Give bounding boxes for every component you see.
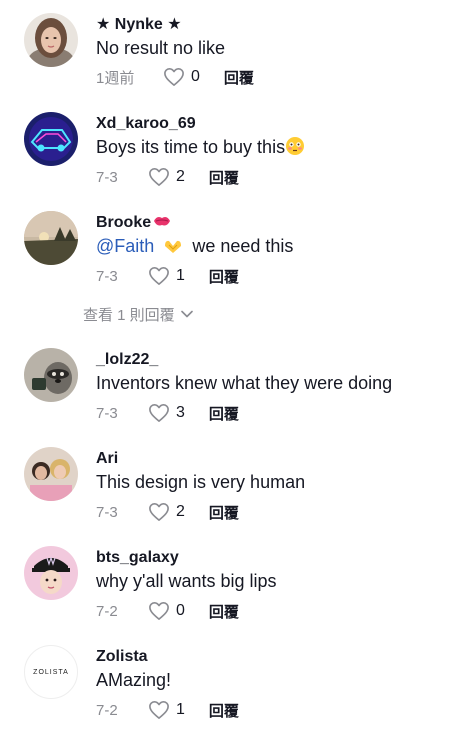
like-button[interactable]: 0: [148, 601, 185, 621]
view-replies-button[interactable]: 查看 1 則回覆: [83, 304, 193, 324]
comment-date: 7-2: [96, 701, 118, 719]
username[interactable]: bts_galaxy: [96, 548, 179, 568]
like-button[interactable]: 2: [148, 502, 185, 522]
chevron-down-icon: [180, 310, 193, 318]
heart-icon: [149, 168, 169, 186]
avatar[interactable]: ZOLISTA: [24, 645, 78, 699]
like-button[interactable]: 2: [148, 167, 185, 187]
comment-meta: 7-2 0 回覆: [96, 600, 239, 622]
comment-text: This design is very human: [96, 472, 306, 492]
reply-button[interactable]: 回覆: [209, 700, 239, 721]
reply-button[interactable]: 回覆: [209, 502, 239, 523]
like-count: 1: [176, 701, 185, 718]
heart-icon: [149, 267, 169, 285]
avatar[interactable]: [24, 13, 78, 67]
comment-meta: 7-2 1 回覆: [96, 699, 239, 721]
username[interactable]: Zolista: [96, 647, 148, 667]
heart-icon: [149, 602, 169, 620]
heart-hands-emoji: [163, 237, 183, 261]
flushed-face-emoji: [285, 136, 305, 162]
username[interactable]: Ari: [96, 449, 118, 469]
avatar[interactable]: [24, 112, 78, 166]
heart-icon: [164, 68, 184, 86]
comment-meta: 7-3 3 回覆: [96, 402, 239, 424]
like-count: 0: [176, 602, 185, 619]
comment-text: why y'all wants big lips: [96, 571, 277, 591]
comment-date: 7-3: [96, 404, 118, 422]
mention-link[interactable]: @Faith: [96, 236, 154, 256]
reply-button[interactable]: 回覆: [209, 266, 239, 287]
comment-text-body: Boys its time to buy this: [96, 137, 286, 157]
comment-meta: 1週前 0 回覆: [96, 66, 254, 88]
like-count: 1: [176, 267, 185, 284]
reply-button[interactable]: 回覆: [224, 67, 254, 88]
comment-meta: 7-3 2 回覆: [96, 166, 239, 188]
username[interactable]: Brooke: [96, 213, 171, 235]
comment-date: 1週前: [96, 69, 135, 87]
avatar[interactable]: [24, 348, 78, 402]
comment-date: 7-3: [96, 267, 118, 285]
comment-text: Boys its time to buy this: [96, 135, 305, 162]
comment-text: Inventors knew what they were doing: [96, 373, 393, 393]
reply-button[interactable]: 回覆: [209, 601, 239, 622]
username-text: Brooke: [96, 214, 152, 231]
like-count: 3: [176, 404, 185, 421]
like-count: 2: [176, 503, 185, 520]
comment-text: @Faith we need this: [96, 234, 293, 261]
like-button[interactable]: 1: [148, 266, 185, 286]
avatar[interactable]: [24, 211, 78, 265]
username[interactable]: ★ Nynke ★: [96, 15, 182, 35]
view-replies-label: 查看 1 則回覆: [83, 306, 175, 324]
comment-text: AMazing!: [96, 670, 172, 690]
like-button[interactable]: 3: [148, 403, 185, 423]
comment-text-body: we need this: [192, 236, 294, 256]
comment-meta: 7-3 2 回覆: [96, 501, 239, 523]
comment-date: 7-2: [96, 602, 118, 620]
like-button[interactable]: 1: [148, 700, 185, 720]
reply-button[interactable]: 回覆: [209, 403, 239, 424]
heart-icon: [149, 503, 169, 521]
username[interactable]: _lolz22_: [96, 350, 158, 370]
comment-date: 7-3: [96, 168, 118, 186]
like-count: 0: [191, 68, 200, 85]
comment-text: No result no like: [96, 38, 226, 58]
heart-icon: [149, 404, 169, 422]
kiss-mark-emoji: [153, 213, 171, 235]
comment-date: 7-3: [96, 503, 118, 521]
avatar[interactable]: [24, 546, 78, 600]
avatar[interactable]: [24, 447, 78, 501]
zolista-logo-text: ZOLISTA: [33, 668, 69, 676]
comment-meta: 7-3 1 回覆: [96, 265, 239, 287]
like-button[interactable]: 0: [163, 67, 200, 87]
like-count: 2: [176, 168, 185, 185]
username[interactable]: Xd_karoo_69: [96, 114, 196, 134]
heart-icon: [149, 701, 169, 719]
reply-button[interactable]: 回覆: [209, 167, 239, 188]
